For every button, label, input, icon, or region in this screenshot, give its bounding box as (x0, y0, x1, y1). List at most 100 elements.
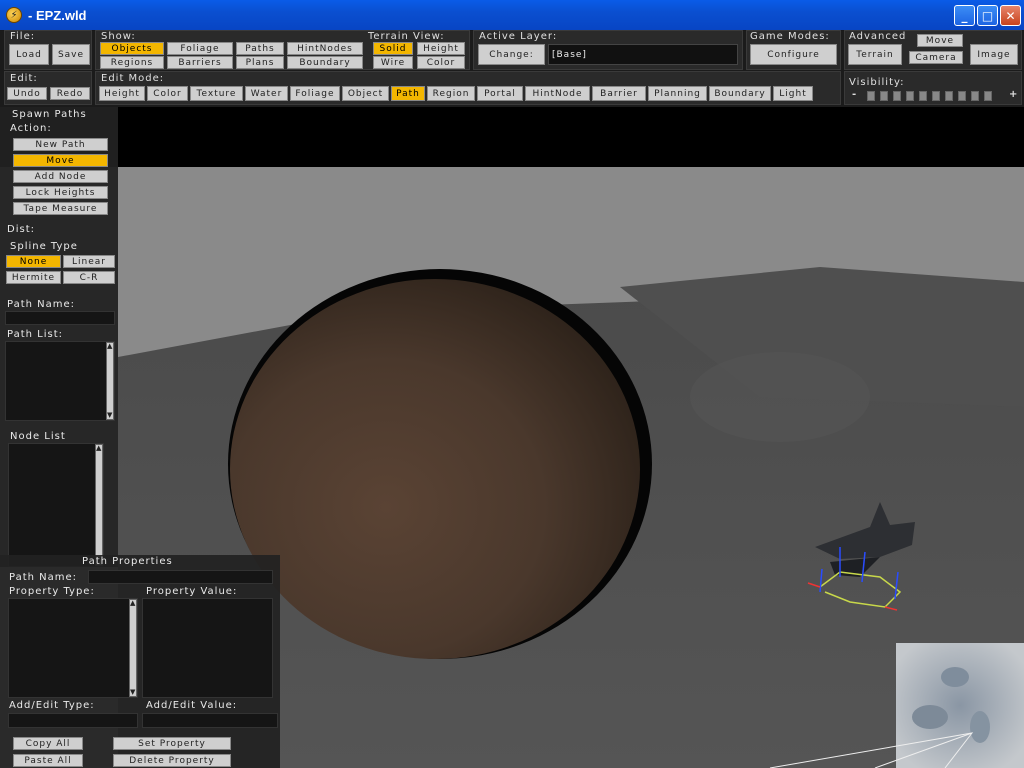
tape-measure-button[interactable]: Tape Measure (13, 202, 108, 215)
show-barriers-button[interactable]: Barriers (167, 56, 233, 69)
terrain-color-button[interactable]: Color (417, 56, 465, 69)
add-node-button[interactable]: Add Node (13, 170, 108, 183)
visibility-label: Visibility: (849, 77, 905, 88)
terrain-height-button[interactable]: Height (417, 42, 465, 55)
path-properties-panel: Path Properties Path Name: Property Type… (0, 555, 280, 768)
advanced-camera-button[interactable]: Camera (909, 51, 963, 64)
game-modes-label: Game Modes: (750, 31, 830, 42)
game-modes-group: Game Modes: Configure (746, 30, 841, 70)
copy-all-button[interactable]: Copy All (13, 737, 83, 750)
show-boundary-button[interactable]: Boundary (287, 56, 363, 69)
app-icon[interactable]: ⚡ (6, 7, 22, 23)
visibility-slot[interactable] (971, 91, 979, 101)
edit-mode-object-button[interactable]: Object (342, 86, 389, 101)
edit-mode-portal-button[interactable]: Portal (477, 86, 523, 101)
show-objects-button[interactable]: Objects (100, 42, 164, 55)
sphere-object[interactable] (230, 279, 640, 659)
node-list[interactable]: ▲ ▼ (8, 443, 104, 567)
edit-mode-light-button[interactable]: Light (773, 86, 813, 101)
close-icon[interactable]: ✕ (1000, 5, 1021, 26)
show-foliage-button[interactable]: Foliage (167, 42, 233, 55)
lock-heights-button[interactable]: Lock Heights (13, 186, 108, 199)
dist-label: Dist: (7, 224, 35, 235)
paste-all-button[interactable]: Paste All (13, 754, 83, 767)
active-layer-field[interactable]: [Base] (548, 44, 738, 65)
props-path-name-label: Path Name: (9, 572, 78, 583)
visibility-slot[interactable] (984, 91, 992, 101)
edit-mode-boundary-button[interactable]: Boundary (709, 86, 771, 101)
terrain-solid-button[interactable]: Solid (373, 42, 413, 55)
show-label: Show: (101, 31, 136, 42)
advanced-image-button[interactable]: Image (970, 44, 1018, 65)
edit-mode-hintnode-button[interactable]: HintNode (525, 86, 590, 101)
edit-mode-label: Edit Mode: (101, 73, 165, 84)
node-list-scrollbar[interactable] (95, 444, 103, 566)
advanced-move-button[interactable]: Move (917, 34, 963, 47)
window-title-bar[interactable]: ⚡ - EPZ.wld _ □ ✕ (0, 0, 1024, 30)
redo-button[interactable]: Redo (50, 87, 90, 100)
path-name-label: Path Name: (7, 299, 76, 310)
show-paths-button[interactable]: Paths (236, 42, 284, 55)
property-type-list[interactable]: ▲ ▼ (8, 598, 138, 698)
visibility-slot[interactable] (867, 91, 875, 101)
visibility-slot[interactable] (932, 91, 940, 101)
terrain-wire-button[interactable]: Wire (373, 56, 413, 69)
edit-mode-planning-button[interactable]: Planning (648, 86, 707, 101)
configure-button[interactable]: Configure (750, 44, 837, 65)
window-title: - EPZ.wld (28, 7, 87, 23)
spline-none-button[interactable]: None (6, 255, 61, 268)
show-plans-button[interactable]: Plans (236, 56, 284, 69)
scroll-up-icon[interactable]: ▲ (96, 444, 101, 452)
show-hintnodes-button[interactable]: HintNodes (287, 42, 363, 55)
add-edit-value-label: Add/Edit Value: (146, 700, 238, 711)
file-group: File: Load Save (4, 30, 92, 70)
visibility-slot[interactable] (906, 91, 914, 101)
scroll-down-icon[interactable]: ▼ (130, 688, 135, 696)
move-button[interactable]: Move (13, 154, 108, 167)
edit-mode-foliage-button[interactable]: Foliage (290, 86, 340, 101)
edit-mode-color-button[interactable]: Color (147, 86, 188, 101)
add-edit-type-input[interactable] (8, 713, 138, 728)
edit-mode-water-button[interactable]: Water (245, 86, 288, 101)
edit-mode-height-button[interactable]: Height (99, 86, 145, 101)
load-button[interactable]: Load (9, 44, 49, 65)
property-type-scrollbar[interactable] (129, 599, 137, 697)
add-edit-value-input[interactable] (142, 713, 278, 728)
advanced-terrain-button[interactable]: Terrain (848, 44, 902, 65)
property-type-label: Property Type: (9, 586, 95, 597)
set-property-button[interactable]: Set Property (113, 737, 231, 750)
scroll-up-icon[interactable]: ▲ (130, 599, 135, 607)
edit-mode-path-button[interactable]: Path (391, 86, 425, 101)
property-value-list[interactable] (142, 598, 273, 698)
scroll-down-icon[interactable]: ▼ (107, 411, 112, 419)
visibility-slot[interactable] (945, 91, 953, 101)
visibility-slot[interactable] (880, 91, 888, 101)
visibility-slot[interactable] (958, 91, 966, 101)
new-path-button[interactable]: New Path (13, 138, 108, 151)
minimize-icon[interactable]: _ (954, 5, 975, 26)
visibility-group: Visibility: - + (844, 71, 1022, 105)
visibility-slot[interactable] (919, 91, 927, 101)
path-list[interactable]: ▲ ▼ (5, 341, 115, 421)
edit-group: Edit: Undo Redo (4, 71, 92, 105)
show-regions-button[interactable]: Regions (100, 56, 164, 69)
scroll-up-icon[interactable]: ▲ (107, 342, 112, 350)
delete-property-button[interactable]: Delete Property (113, 754, 231, 767)
visibility-plus-button[interactable]: + (1009, 89, 1018, 100)
path-name-input[interactable] (5, 311, 115, 325)
spline-cr-button[interactable]: C-R (63, 271, 115, 284)
change-layer-button[interactable]: Change: (478, 44, 545, 65)
save-button[interactable]: Save (52, 44, 90, 65)
props-path-name-input[interactable] (88, 570, 273, 584)
edit-mode-barrier-button[interactable]: Barrier (592, 86, 646, 101)
edit-mode-region-button[interactable]: Region (427, 86, 475, 101)
visibility-slot[interactable] (893, 91, 901, 101)
maximize-icon[interactable]: □ (977, 5, 998, 26)
active-layer-group: Active Layer: Change: [Base] (473, 30, 743, 70)
visibility-minus-button[interactable]: - (852, 89, 857, 100)
spline-linear-button[interactable]: Linear (63, 255, 115, 268)
path-list-scrollbar[interactable] (106, 342, 114, 420)
edit-mode-texture-button[interactable]: Texture (190, 86, 243, 101)
undo-button[interactable]: Undo (7, 87, 47, 100)
spline-hermite-button[interactable]: Hermite (6, 271, 61, 284)
